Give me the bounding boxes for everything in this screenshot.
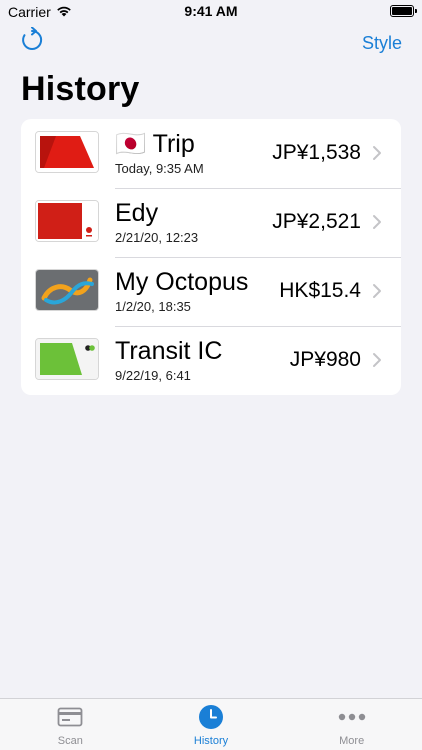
page-title: History	[21, 70, 140, 108]
style-button[interactable]: Style	[362, 33, 402, 54]
battery-icon	[390, 5, 417, 17]
tab-scan[interactable]: Scan	[0, 699, 141, 750]
card-balance: JP¥1,538	[272, 141, 361, 164]
card-title: Transit IC	[115, 337, 223, 365]
tab-history[interactable]: History	[141, 699, 282, 750]
card-balance: JP¥2,521	[272, 210, 361, 233]
tab-label: More	[339, 735, 365, 747]
tab-more[interactable]: More	[281, 699, 422, 750]
status-bar: Carrier 9:41 AM	[0, 0, 422, 24]
card-title: Trip	[152, 130, 195, 158]
ellipsis-icon	[338, 705, 366, 729]
card-thumbnail-edy	[35, 200, 99, 242]
chevron-right-icon	[371, 214, 383, 230]
history-row-octopus[interactable]: My Octopus 1/2/20, 18:35 HK$15.4	[21, 257, 401, 326]
tab-label: Scan	[57, 735, 83, 747]
chevron-right-icon	[371, 283, 383, 299]
card-title: Edy	[115, 199, 159, 227]
navigation-bar: Style	[0, 26, 422, 62]
card-timestamp: 9/22/19, 6:41	[115, 368, 191, 383]
history-row-trip[interactable]: 🇯🇵 Trip Today, 9:35 AM JP¥1,538	[21, 119, 401, 188]
card-timestamp: 2/21/20, 12:23	[115, 230, 199, 245]
history-row-transit-ic[interactable]: Transit IC 9/22/19, 6:41 JP¥980	[21, 326, 401, 395]
clock-icon	[197, 705, 225, 729]
card-balance: HK$15.4	[279, 279, 361, 302]
history-list: 🇯🇵 Trip Today, 9:35 AM JP¥1,538 Edy 2/21…	[21, 119, 401, 395]
refresh-icon	[20, 26, 44, 58]
card-title: My Octopus	[115, 268, 249, 296]
chevron-right-icon	[371, 352, 383, 368]
card-timestamp: Today, 9:35 AM	[115, 161, 204, 176]
card-thumbnail-red	[35, 131, 99, 173]
history-row-edy[interactable]: Edy 2/21/20, 12:23 JP¥2,521	[21, 188, 401, 257]
status-time: 9:41 AM	[184, 3, 238, 19]
card-icon	[56, 705, 84, 729]
refresh-button[interactable]	[18, 26, 46, 58]
chevron-right-icon	[371, 145, 383, 161]
japan-flag-icon: 🇯🇵	[115, 130, 147, 158]
card-timestamp: 1/2/20, 18:35	[115, 299, 191, 314]
tab-label: History	[193, 735, 229, 747]
card-balance: JP¥980	[289, 348, 361, 371]
card-thumbnail-green	[35, 338, 99, 380]
card-thumbnail-octopus	[35, 269, 99, 311]
tab-bar: Scan History More	[0, 698, 422, 750]
